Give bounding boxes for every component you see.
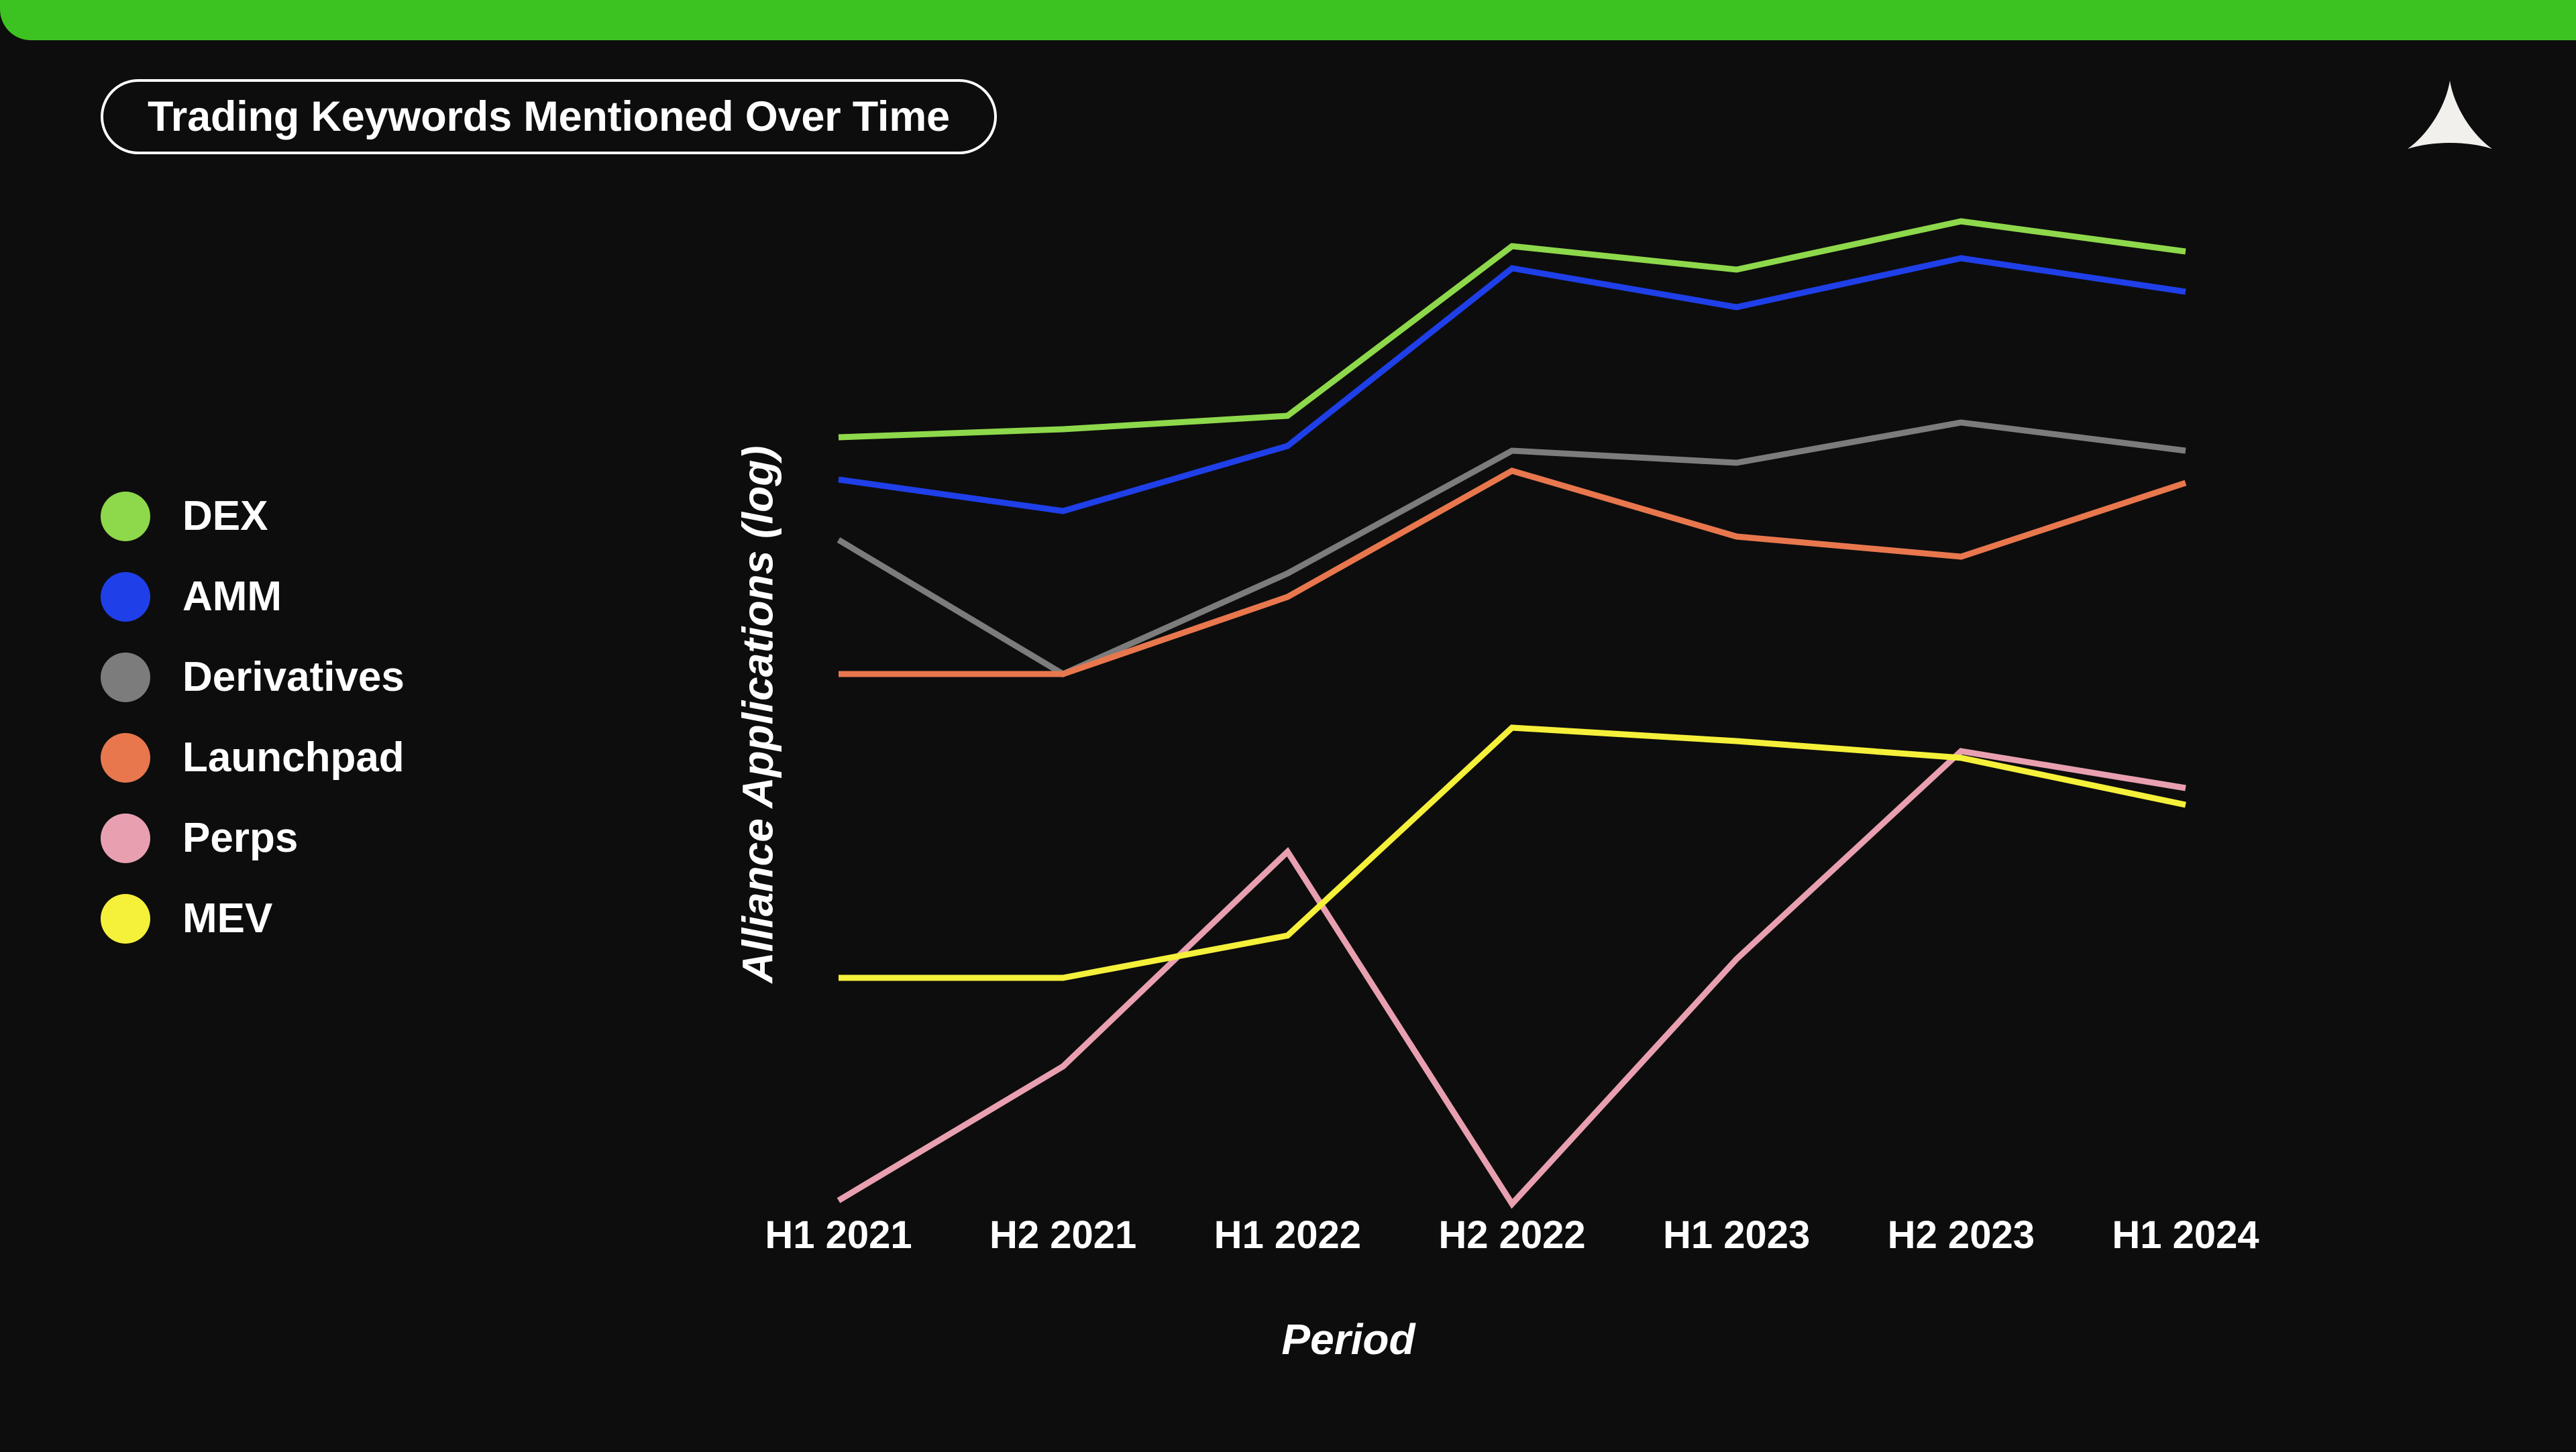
x-axis-tick-labels: H1 2021 H2 2021 H1 2022 H2 2022 H1 2023 H2 20… [765, 1213, 2259, 1280]
x-axis-label-text: Period [1281, 1315, 1415, 1363]
x-axis-tick-2: H1 2022 [1214, 1213, 1361, 1257]
x-axis-tick-0: H1 2021 [765, 1213, 912, 1257]
x-axis-tick-5: H2 2023 [1887, 1213, 2035, 1257]
x-axis-tick-6: H1 2024 [2112, 1213, 2259, 1257]
x-axis-tick-3: H2 2022 [1438, 1213, 1586, 1257]
x-axis-tick-4: H1 2023 [1663, 1213, 1811, 1257]
x-axis-tick-1: H2 2021 [989, 1213, 1137, 1257]
series-line-mev [839, 724, 2186, 981]
series-line-launchpad [839, 467, 2187, 677]
series-line-dex [838, 218, 2186, 441]
x-axis-label: Period [0, 1315, 2576, 1364]
